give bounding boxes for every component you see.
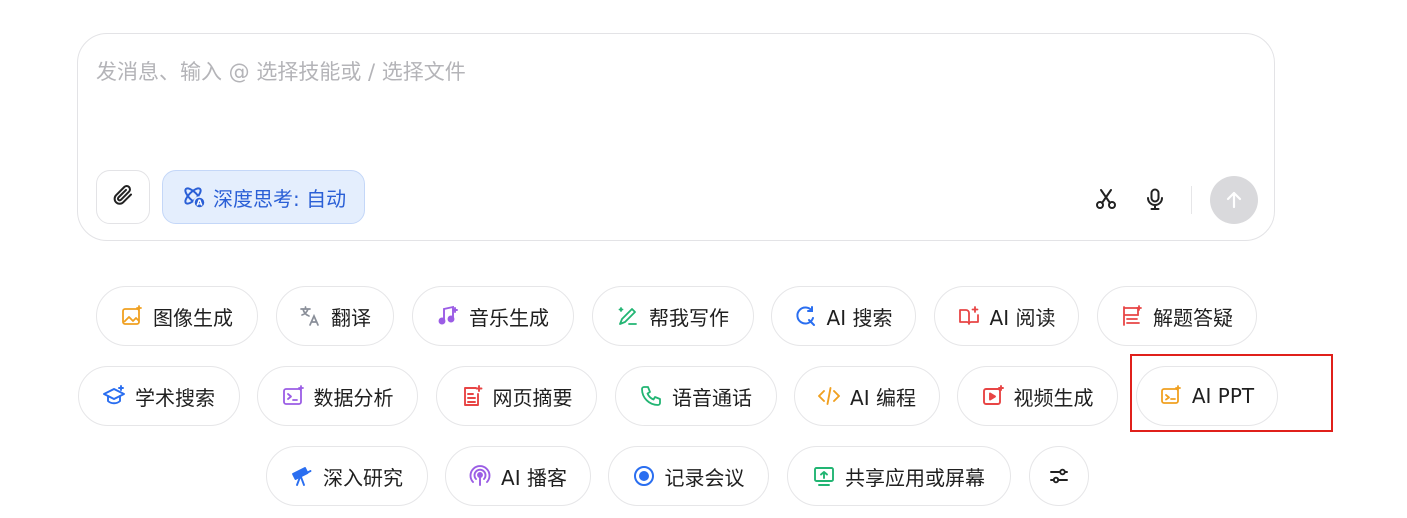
phone-icon [640, 385, 662, 407]
skill-chip-ai-podcast[interactable]: AI 播客 [445, 446, 591, 506]
skill-chip-web-summary[interactable]: 网页摘要 [436, 366, 597, 426]
skill-chip-problem-solving[interactable]: 解题答疑 [1097, 286, 1257, 346]
pen-sparkle-icon [617, 305, 639, 327]
deep-think-toggle[interactable]: A 深度思考: 自动 [162, 170, 366, 224]
skill-chip-label: 记录会议 [664, 465, 745, 490]
skill-chip-ai-read[interactable]: AI 阅读 [934, 286, 1079, 346]
paperclip-icon [111, 183, 135, 211]
skill-chip-label: AI 搜索 [826, 305, 893, 330]
music-note-icon [437, 305, 459, 327]
skill-chip-label: 音乐生成 [469, 305, 549, 330]
skill-chip-image-generation[interactable]: 图像生成 [96, 286, 258, 346]
skill-chip-label: AI 阅读 [989, 305, 1056, 330]
skill-chip-voice-call[interactable]: 语音通话 [615, 366, 777, 426]
send-button[interactable] [1210, 176, 1258, 224]
more-skills-settings-button[interactable] [1029, 446, 1089, 506]
skill-chip-write[interactable]: 帮我写作 [592, 286, 754, 346]
message-composer: A 深度思考: 自动 [77, 33, 1275, 241]
skill-chip-label: 网页摘要 [492, 385, 573, 410]
skill-chip-data-analysis[interactable]: 数据分析 [257, 366, 418, 426]
toolbar-divider [1191, 186, 1192, 214]
skill-chip-record-meeting[interactable]: 记录会议 [608, 446, 769, 506]
skill-chip-ai-coding[interactable]: AI 编程 [794, 366, 940, 426]
skill-chip-label: 帮我写作 [649, 305, 729, 330]
graduation-cap-icon [103, 385, 125, 407]
skill-chip-label: 学术搜索 [135, 385, 215, 410]
sliders-icon [1048, 465, 1070, 487]
search-refresh-icon [795, 305, 817, 327]
skill-chip-label: AI 编程 [850, 385, 916, 410]
skill-chip-label: AI PPT [1191, 384, 1255, 408]
scissors-icon [1094, 187, 1118, 211]
skill-chip-label: 共享应用或屏幕 [845, 465, 985, 490]
skill-chip-ai-ppt[interactable]: AI PPT [1136, 366, 1278, 426]
image-sparkle-icon [121, 305, 143, 327]
question-board-icon [1121, 305, 1143, 327]
atom-auto-icon: A [181, 184, 207, 210]
skill-chip-label: 翻译 [331, 305, 371, 330]
podcast-icon [469, 465, 491, 487]
ppt-sparkle-icon [1160, 385, 1182, 407]
telescope-icon [291, 465, 313, 487]
message-input[interactable] [96, 56, 1196, 116]
skill-chip-label: 图像生成 [153, 305, 233, 330]
svg-text:A: A [196, 199, 203, 208]
skill-chip-label: 解题答疑 [1153, 305, 1233, 330]
attach-file-button[interactable] [96, 170, 150, 224]
data-terminal-icon [282, 385, 304, 407]
microphone-icon [1143, 187, 1167, 211]
skill-chip-ai-search[interactable]: AI 搜索 [771, 286, 916, 346]
translate-icon [299, 305, 321, 327]
web-doc-sparkle-icon [461, 385, 483, 407]
skill-chip-label: 深入研究 [323, 465, 403, 490]
screenshot-button[interactable] [1093, 186, 1119, 212]
video-play-icon [982, 385, 1004, 407]
skill-chip-translate[interactable]: 翻译 [276, 286, 394, 346]
skill-chip-video-generation[interactable]: 视频生成 [957, 366, 1118, 426]
skill-chip-label: AI 播客 [501, 465, 567, 490]
skill-chip-label: 视频生成 [1013, 385, 1094, 410]
skill-chip-deep-research[interactable]: 深入研究 [266, 446, 428, 506]
skill-chip-screen-share[interactable]: 共享应用或屏幕 [787, 446, 1011, 506]
code-icon [818, 385, 840, 407]
skill-chip-label: 数据分析 [313, 385, 394, 410]
skill-chip-academic-search[interactable]: 学术搜索 [78, 366, 240, 426]
skill-chip-music-generation[interactable]: 音乐生成 [412, 286, 574, 346]
book-sparkle-icon [958, 305, 980, 327]
deep-think-label: 深度思考: 自动 [213, 186, 347, 211]
screen-share-icon [813, 465, 835, 487]
arrow-up-icon [1223, 189, 1245, 211]
skill-chip-label: 语音通话 [672, 385, 752, 410]
voice-input-button[interactable] [1142, 186, 1168, 212]
chat-home: A 深度思考: 自动 [0, 0, 1407, 518]
record-dot-icon [633, 465, 655, 487]
